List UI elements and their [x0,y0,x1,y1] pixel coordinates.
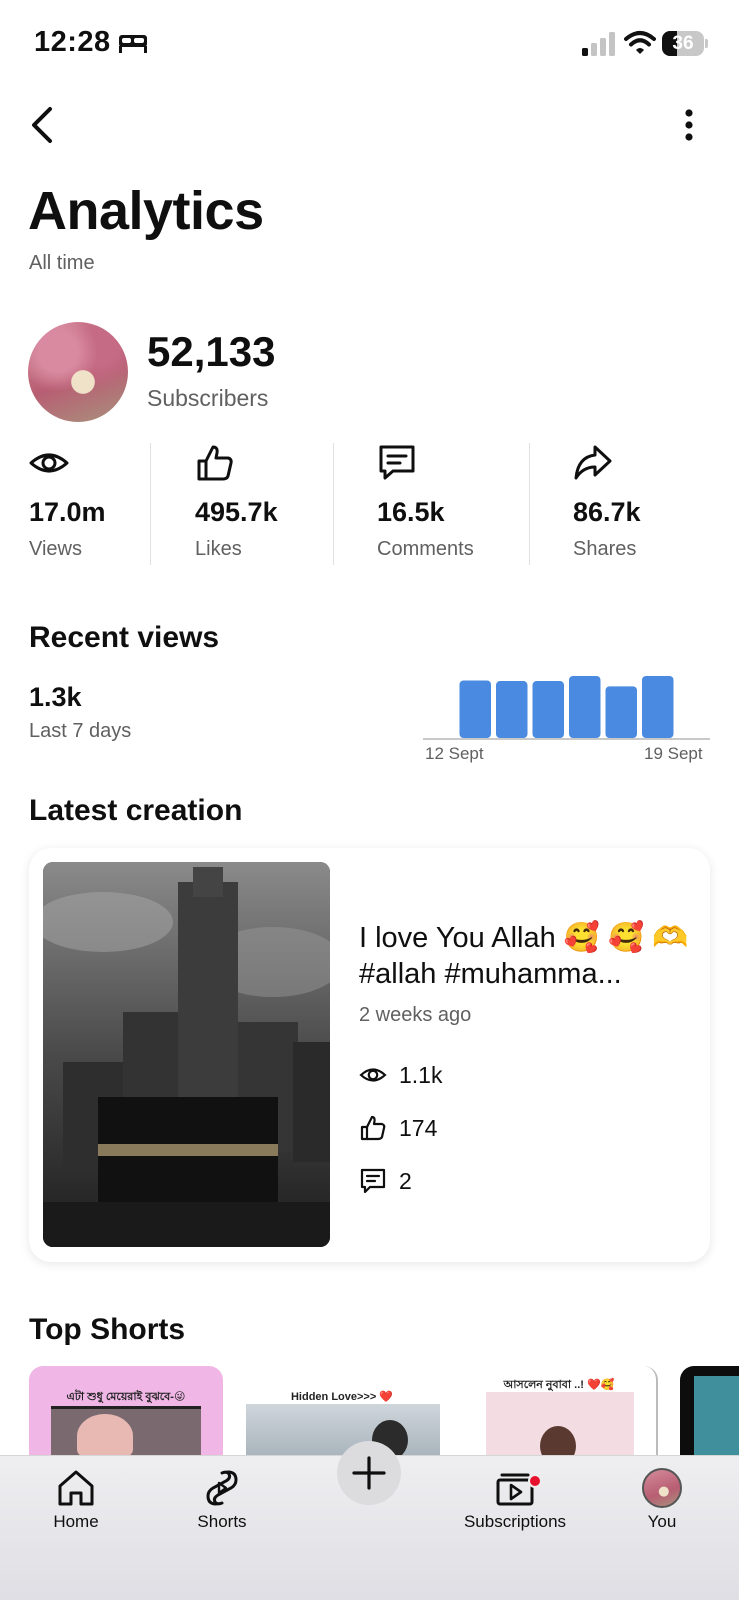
short-thumbnail[interactable] [680,1366,739,1456]
short-caption: Hidden Love>>> ❤️ [290,1391,394,1403]
divider [150,443,151,565]
video-likes: 174 [359,1113,437,1143]
likes-value: 174 [399,1114,438,1141]
chart-start-label: 12 Sept [425,744,484,763]
eye-icon [359,1068,387,1082]
share-icon [574,445,612,480]
chart-end-label: 19 Sept [644,744,703,763]
status-bar: 12:28 36 [0,0,739,90]
latest-creation-title: Latest creation [29,794,243,827]
back-button[interactable] [22,100,62,150]
comment-icon [360,1168,386,1194]
top-shorts-title: Top Shorts [29,1313,186,1346]
battery-percent: 36 [672,33,694,54]
stat-value: 495.7k [195,497,278,527]
divider [333,443,334,565]
thumbs-up-icon [360,1115,386,1141]
stat-value: 17.0m [29,497,106,527]
eye-icon [29,453,69,473]
short-thumbnail[interactable]: আসলেন নুবাবা ..! ❤️🥰 [462,1366,658,1456]
status-time: 12:28 [34,26,111,58]
avatar [642,1468,682,1508]
chart-bar [496,681,528,738]
stat-value: 16.5k [377,497,445,527]
divider [529,443,530,565]
thumbs-up-icon [197,445,233,481]
home-icon [58,1470,94,1506]
nav-label: Subscriptions [463,1512,567,1531]
video-views: 1.1k [359,1060,442,1090]
video-comments: 2 [359,1166,412,1196]
comment-icon [379,445,415,480]
shorts-icon [206,1470,238,1506]
sleep-bed-icon [119,35,147,53]
channel-avatar[interactable] [28,322,128,422]
video-thumbnail[interactable] [43,862,330,1247]
more-options-button[interactable] [672,102,706,148]
stat-label: Likes [195,538,242,560]
cellular-signal-icon [582,32,615,56]
subscriber-label: Subscribers [147,385,269,411]
latest-creation-card[interactable]: I love You Allah 🥰 🥰 🫶 #allah #muhamma..… [29,848,710,1262]
nav-label: You [647,1512,677,1531]
chart-bar [459,680,491,738]
chart-bar [642,676,674,738]
stat-label: Views [29,538,82,560]
nav-shorts[interactable]: Shorts [162,1468,282,1548]
create-button[interactable] [337,1441,401,1505]
battery-indicator: 36 [662,31,708,56]
short-caption: এটা শুধু মেয়েরাই বুঝবে-😜 [66,1391,186,1403]
plus-icon [352,1456,386,1490]
short-thumbnail[interactable]: Hidden Love>>> ❤️ [244,1366,440,1456]
short-thumbnail[interactable]: এটা শুধু মেয়েরাই বুঝবে-😜 [29,1366,223,1456]
chart-bar [532,681,564,738]
recent-views-period: Last 7 days [29,720,132,742]
nav-label: Shorts [197,1512,247,1531]
stat-value: 86.7k [573,497,641,527]
video-title[interactable]: I love You Allah 🥰 🥰 🫶 #allah #muhamma..… [359,920,689,992]
stat-label: Comments [377,538,474,560]
views-value: 1.1k [399,1061,443,1088]
chevron-left-icon [32,107,52,143]
subscriptions-icon [496,1473,534,1506]
page-title: Analytics [28,181,264,241]
comments-value: 2 [399,1167,412,1194]
wifi-icon [624,31,656,54]
video-age: 2 weeks ago [359,1004,472,1026]
chart-bar [605,686,637,738]
notification-dot [528,1474,542,1488]
stat-label: Shares [573,538,637,560]
more-vertical-icon [685,109,693,141]
chart-bar [569,676,601,738]
page-subtitle: All time [29,252,95,274]
nav-home[interactable]: Home [16,1468,136,1548]
recent-views-title: Recent views [29,621,220,654]
thumbnail-image [43,862,330,1247]
nav-label: Home [53,1512,99,1531]
recent-views-chart[interactable] [423,676,710,740]
nav-you[interactable]: You [602,1468,722,1548]
nav-subscriptions[interactable]: Subscriptions [455,1468,575,1548]
recent-views-value: 1.3k [29,682,82,712]
subscriber-count: 52,133 [147,328,276,375]
